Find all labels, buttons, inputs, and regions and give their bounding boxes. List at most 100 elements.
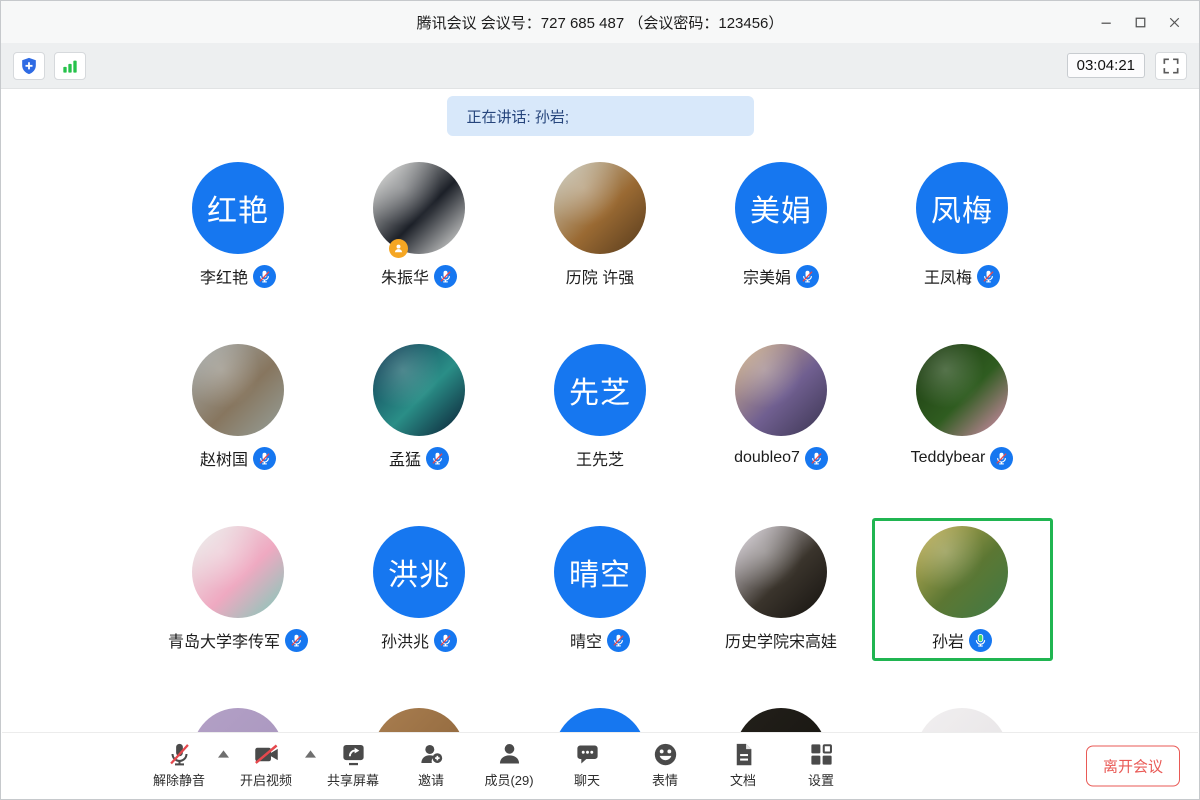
participant-tile[interactable]: doubleo7	[691, 336, 872, 479]
toolbar-unmute-button[interactable]: 解除静音	[152, 740, 206, 789]
participant-name-row: 李红艳	[200, 264, 276, 288]
participant-name: 宗美娟	[743, 264, 791, 288]
muted-mic-icon	[434, 629, 457, 652]
participant-avatar	[735, 344, 827, 436]
muted-mic-icon	[805, 447, 828, 470]
toolbar-docs-button[interactable]: 文档	[716, 740, 770, 789]
fullscreen-button[interactable]	[1155, 52, 1187, 80]
participant-tile[interactable]: 红艳李红艳	[148, 154, 329, 297]
document-icon	[730, 740, 757, 768]
toolbar-members-button[interactable]: 成员(29)	[482, 740, 536, 789]
toolbar-label: 表情	[652, 770, 678, 789]
share-screen-icon	[340, 740, 367, 768]
participant-tile[interactable]: 历史学院宋高娃	[691, 518, 872, 661]
participant-avatar	[373, 708, 465, 733]
participant-name-row: 孙岩	[932, 628, 992, 652]
bottom-toolbar: 解除静音开启视频 共享屏幕邀请 成员(29) 聊天 表情 文档 设置 离开会议	[2, 732, 1198, 798]
toolbar-emoji-button[interactable]: 表情	[638, 740, 692, 789]
participant-name: 朱振华	[381, 264, 429, 288]
status-bar: 03:04:21	[1, 43, 1199, 89]
minimize-icon	[1098, 14, 1115, 31]
camera-off-icon	[253, 740, 280, 768]
participant-name: Teddybear	[911, 449, 986, 467]
participant-name: 赵树国	[200, 446, 248, 470]
muted-mic-icon	[796, 265, 819, 288]
network-signal-button[interactable]	[54, 52, 86, 80]
toolbar-settings-button[interactable]: 设置	[794, 740, 848, 789]
toolbar-label: 成员(29)	[484, 770, 533, 789]
meeting-timer: 03:04:21	[1067, 53, 1145, 78]
participant-name: 王凤梅	[924, 264, 972, 288]
participant-name: 晴空	[570, 628, 602, 652]
toolbar-label: 开启视频	[240, 770, 292, 789]
speaking-banner-text: 正在讲话: 孙岩;	[467, 106, 570, 127]
muted-mic-icon	[434, 265, 457, 288]
participant-tile-partial[interactable]	[510, 700, 691, 733]
security-shield-button[interactable]	[13, 52, 45, 80]
participant-tile[interactable]: 孙岩	[872, 518, 1053, 661]
participant-avatar	[735, 708, 827, 733]
participant-tile[interactable]: 孟猛	[329, 336, 510, 479]
close-button[interactable]	[1157, 7, 1191, 37]
participant-name-row: 历院 许强	[566, 264, 634, 288]
maximize-button[interactable]	[1123, 7, 1157, 37]
participant-avatar	[916, 526, 1008, 618]
participant-name-row: 晴空	[570, 628, 630, 652]
participant-tile[interactable]: 青岛大学李传军	[148, 518, 329, 661]
muted-mic-icon	[977, 265, 1000, 288]
titlebar[interactable]: 腾讯会议 会议号：727 685 487 （会议密码：123456）	[1, 1, 1199, 43]
active-mic-icon	[969, 629, 992, 652]
avatar-initials: 凤梅	[931, 186, 993, 230]
participant-tile-partial[interactable]	[872, 700, 1053, 733]
window-controls	[1089, 1, 1191, 43]
participant-name: 孟猛	[389, 446, 421, 470]
expand-arrow-icon[interactable]	[218, 750, 229, 758]
participant-tile[interactable]: 美娟宗美娟	[691, 154, 872, 297]
chat-bubble-icon	[574, 740, 601, 768]
participant-tile[interactable]: Teddybear	[872, 336, 1053, 479]
participant-name: doubleo7	[734, 449, 800, 467]
fullscreen-icon	[1161, 56, 1181, 76]
toolbar-items: 解除静音开启视频 共享屏幕邀请 成员(29) 聊天 表情 文档 设置	[152, 733, 848, 789]
toolbar-label: 聊天	[574, 770, 600, 789]
participant-name: 历史学院宋高娃	[725, 628, 837, 652]
toolbar-label: 文档	[730, 770, 756, 789]
participant-tile[interactable]: 先芝王先芝	[510, 336, 691, 479]
participant-tile[interactable]: 晴空晴空	[510, 518, 691, 661]
participant-avatar	[916, 344, 1008, 436]
participant-name-row: 朱振华	[381, 264, 457, 288]
participant-tile-partial[interactable]	[148, 700, 329, 733]
participant-avatar	[554, 162, 646, 254]
participant-name-row: doubleo7	[734, 446, 828, 470]
participant-tile[interactable]: 洪兆孙洪兆	[329, 518, 510, 661]
toolbar-label: 邀请	[418, 770, 444, 789]
participant-name-row: 王凤梅	[924, 264, 1000, 288]
expand-arrow-icon[interactable]	[305, 750, 316, 758]
muted-mic-icon	[426, 447, 449, 470]
muted-mic-icon	[607, 629, 630, 652]
leave-meeting-button[interactable]: 离开会议	[1086, 745, 1180, 786]
avatar-initials: 洪兆	[388, 550, 450, 594]
host-badge-icon	[389, 239, 408, 258]
toolbar-invite-button[interactable]: 邀请	[404, 740, 458, 789]
maximize-icon	[1132, 14, 1149, 31]
speaking-banner: 正在讲话: 孙岩;	[447, 96, 754, 136]
participant-tile[interactable]: 历院 许强	[510, 154, 691, 297]
participant-name: 李红艳	[200, 264, 248, 288]
toolbar-share-screen-button[interactable]: 共享屏幕	[326, 740, 380, 789]
signal-bars-icon	[60, 56, 80, 76]
participant-tile[interactable]: 朱振华	[329, 154, 510, 297]
participant-tile[interactable]: 赵树国	[148, 336, 329, 479]
participant-name-row: 历史学院宋高娃	[725, 628, 837, 652]
participant-tile-partial[interactable]	[329, 700, 510, 733]
mic-muted-icon	[166, 740, 193, 768]
avatar-initials: 红艳	[207, 186, 269, 230]
participant-tile[interactable]: 凤梅王凤梅	[872, 154, 1053, 297]
muted-mic-icon	[285, 629, 308, 652]
participant-name-row: 王先芝	[576, 446, 624, 470]
participant-avatar	[554, 708, 646, 733]
participant-tile-partial[interactable]	[691, 700, 872, 733]
minimize-button[interactable]	[1089, 7, 1123, 37]
toolbar-start-video-button[interactable]: 开启视频	[239, 740, 293, 789]
toolbar-chat-button[interactable]: 聊天	[560, 740, 614, 789]
